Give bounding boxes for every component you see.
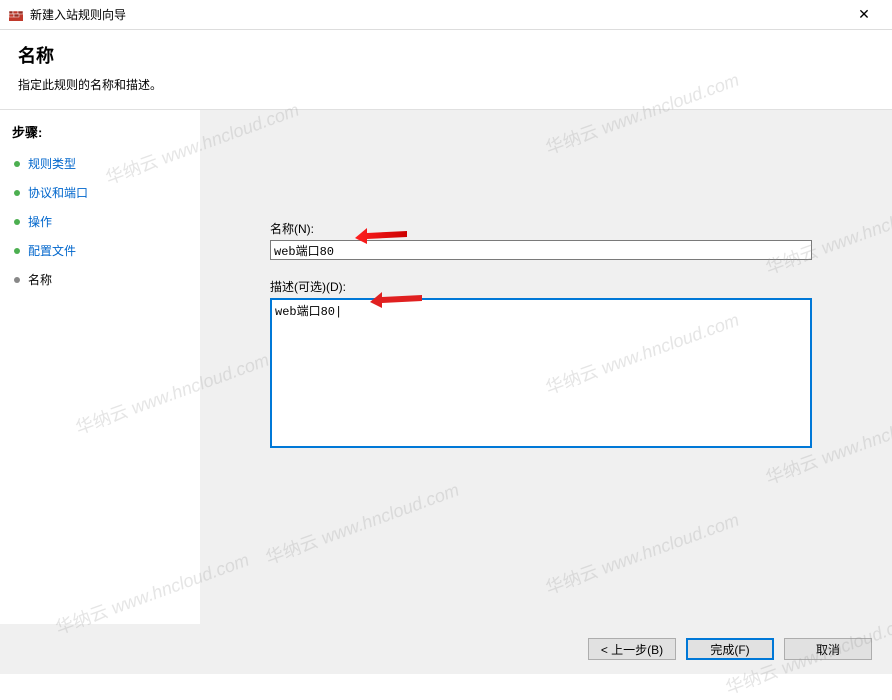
bullet-icon <box>14 277 20 283</box>
sidebar-item-protocol-port[interactable]: 协议和端口 <box>0 178 200 207</box>
close-button[interactable]: ✕ <box>844 1 884 29</box>
sidebar-item-label: 规则类型 <box>28 155 76 172</box>
steps-heading: 步骤: <box>0 118 200 149</box>
close-icon: ✕ <box>858 6 870 23</box>
sidebar-item-label: 名称 <box>28 271 52 288</box>
window-title: 新建入站规则向导 <box>30 6 844 23</box>
name-field-group: 名称(N): <box>270 220 832 260</box>
name-label: 名称(N): <box>270 220 832 237</box>
bullet-icon <box>14 219 20 225</box>
desc-label: 描述(可选)(D): <box>270 278 832 295</box>
sidebar-item-action[interactable]: 操作 <box>0 207 200 236</box>
desc-field-group: 描述(可选)(D): <box>270 278 832 451</box>
bullet-icon <box>14 190 20 196</box>
wizard-header: 名称 指定此规则的名称和描述。 <box>0 30 892 110</box>
sidebar-item-label: 操作 <box>28 213 52 230</box>
titlebar: 新建入站规则向导 ✕ <box>0 0 892 30</box>
back-button[interactable]: < 上一步(B) <box>588 638 676 660</box>
sidebar-item-profile[interactable]: 配置文件 <box>0 236 200 265</box>
page-subtitle: 指定此规则的名称和描述。 <box>18 76 874 93</box>
firewall-icon <box>8 7 24 23</box>
name-input[interactable] <box>270 240 812 260</box>
page-title: 名称 <box>18 42 874 68</box>
sidebar-item-label: 配置文件 <box>28 242 76 259</box>
bullet-icon <box>14 248 20 254</box>
wizard-content: 步骤: 规则类型 协议和端口 操作 配置文件 名称 名称(N): <box>0 110 892 634</box>
bullet-icon <box>14 161 20 167</box>
sidebar-item-name[interactable]: 名称 <box>0 265 200 294</box>
desc-textarea[interactable] <box>270 298 812 448</box>
sidebar-item-rule-type[interactable]: 规则类型 <box>0 149 200 178</box>
finish-button[interactable]: 完成(F) <box>686 638 774 660</box>
sidebar-item-label: 协议和端口 <box>28 184 88 201</box>
cancel-button[interactable]: 取消 <box>784 638 872 660</box>
wizard-main: 名称(N): 描述(可选)(D): <box>200 110 892 634</box>
steps-sidebar: 步骤: 规则类型 协议和端口 操作 配置文件 名称 <box>0 110 200 634</box>
wizard-footer: < 上一步(B) 完成(F) 取消 <box>0 624 892 674</box>
